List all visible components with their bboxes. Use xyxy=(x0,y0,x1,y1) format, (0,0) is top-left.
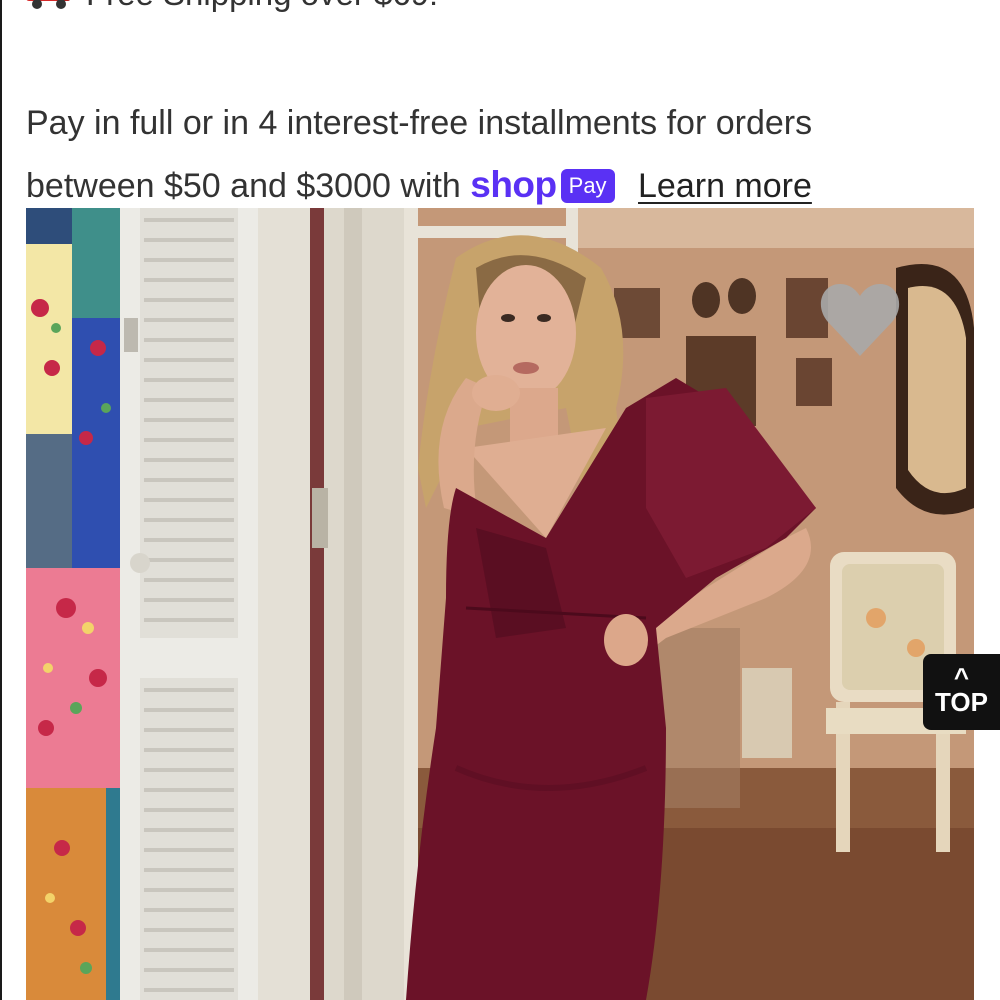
wishlist-heart-button[interactable] xyxy=(820,282,900,358)
shop-pay-badge: Pay xyxy=(560,169,615,203)
shipping-banner: Free Shipping over $69! xyxy=(26,0,438,14)
heart-icon xyxy=(820,284,900,356)
shop-pay-logo: shop xyxy=(470,164,557,205)
truck-icon xyxy=(26,0,72,9)
caret-up-icon: ^ xyxy=(953,662,970,692)
shipping-text: Free Shipping over $69! xyxy=(86,0,438,13)
back-to-top-label: TOP xyxy=(935,687,988,717)
left-border xyxy=(0,0,2,1000)
installments-notice: Pay in full or in 4 interest-free instal… xyxy=(26,92,956,217)
learn-more-link[interactable]: Learn more xyxy=(638,167,812,205)
installments-prefix: between $50 and $3000 with xyxy=(26,167,461,205)
back-to-top-button[interactable]: ^ TOP xyxy=(923,654,1000,730)
installments-line-1: Pay in full or in 4 interest-free instal… xyxy=(26,104,813,142)
